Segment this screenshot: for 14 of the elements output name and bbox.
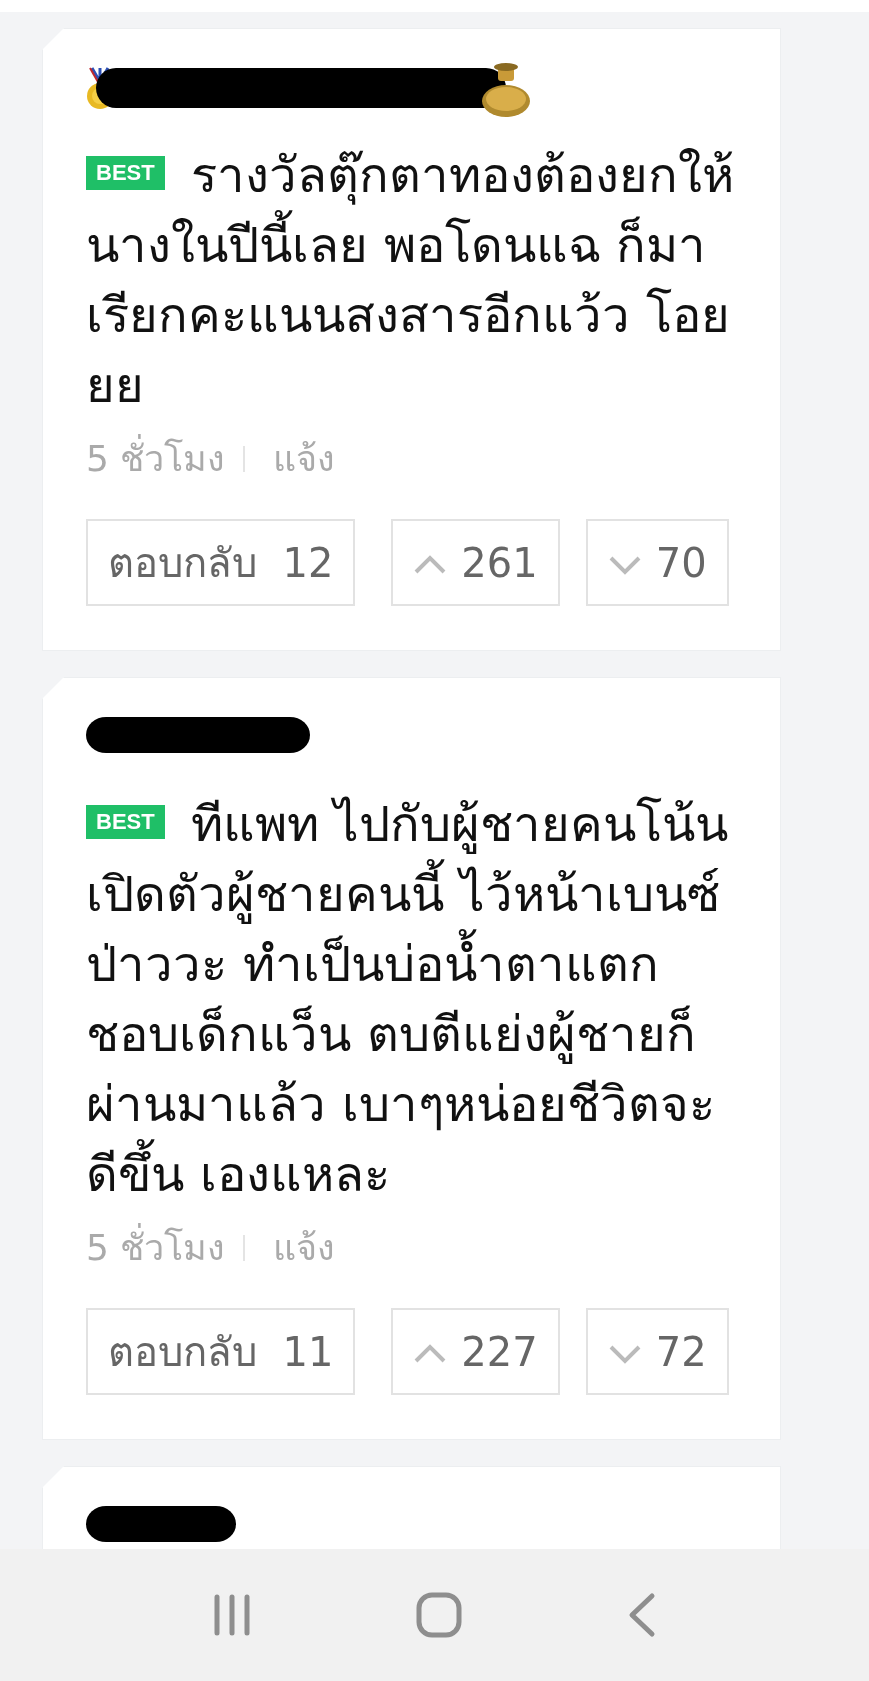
timestamp: 5 ชั่วโมง xyxy=(86,432,226,486)
reply-button[interactable]: ตอบกลับ 11 xyxy=(86,1308,356,1395)
upvote-button[interactable]: 261 xyxy=(391,519,560,606)
downvote-button[interactable]: 72 xyxy=(585,1308,729,1395)
upvote-button[interactable]: 227 xyxy=(391,1308,560,1395)
comment-text: BEST ทีแพท ไปกับผู้ชายคนโน้นเปิดตัวผู้ชายคนนี้ ไว้หน้าเบนซ์ป่าววะ ทำเป็นบ่อน้ำตาแตก ชอบเด็กแว็น ตบตีแย่งผู้ชายก็ผ่านมาแล้ว เบาๆหน่อยชีวิตจะดีขึ้น เองแหละ xyxy=(86,795,730,1205)
downvote-button[interactable]: 70 xyxy=(585,519,729,606)
best-badge: BEST xyxy=(86,805,165,839)
best-badge: BEST xyxy=(86,156,165,190)
home-icon[interactable] xyxy=(416,1592,463,1638)
timestamp: 5 ชั่วโมง xyxy=(86,1221,226,1275)
recent-apps-icon[interactable] xyxy=(212,1593,253,1637)
reply-button[interactable]: ตอบกลับ 12 xyxy=(86,519,356,606)
comment-text: BEST รางวัลตุ๊กตาทองต้องยกให้นางในปีนี้เลย พอโดนแฉ ก็มาเรียกคะแนนสงสารอีกแว้ว โอยยย xyxy=(86,146,735,416)
